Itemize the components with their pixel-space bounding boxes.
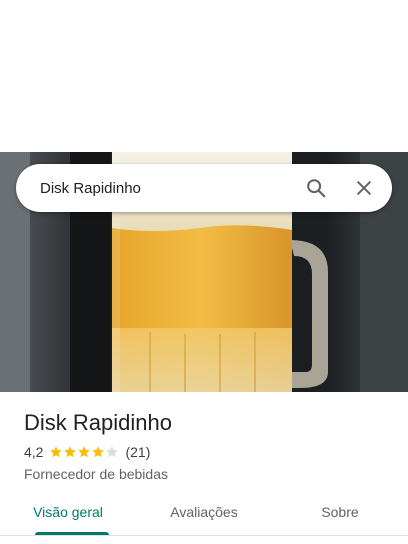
- rating-row[interactable]: 4,2 (21): [24, 442, 394, 462]
- search-query-text[interactable]: Disk Rapidinho: [40, 180, 292, 197]
- tab-about[interactable]: Sobre: [272, 496, 408, 538]
- review-count[interactable]: (21): [125, 444, 150, 460]
- star-icon: [50, 446, 63, 458]
- place-title: Disk Rapidinho: [24, 410, 172, 435]
- close-icon[interactable]: [340, 164, 388, 212]
- tab-reviews[interactable]: Avaliações: [136, 496, 272, 538]
- place-info: Disk Rapidinho 4,2 (21) Fornecedor de be…: [24, 408, 394, 484]
- rating-value: 4,2: [24, 444, 44, 460]
- tabs-divider: [0, 535, 408, 536]
- tab-label: Visão geral: [33, 504, 103, 520]
- tab-label: Avaliações: [170, 504, 238, 520]
- star-empty-icon: [106, 446, 119, 458]
- star-icon: [78, 446, 91, 458]
- rating-stars: [49, 445, 119, 459]
- search-bar[interactable]: Disk Rapidinho: [16, 164, 392, 212]
- search-icon[interactable]: [292, 164, 340, 212]
- star-icon: [92, 446, 105, 458]
- tab-label: Sobre: [321, 504, 359, 520]
- star-icon: [64, 446, 77, 458]
- place-category: Fornecedor de bebidas: [24, 466, 168, 482]
- top-blank-area: [0, 0, 408, 152]
